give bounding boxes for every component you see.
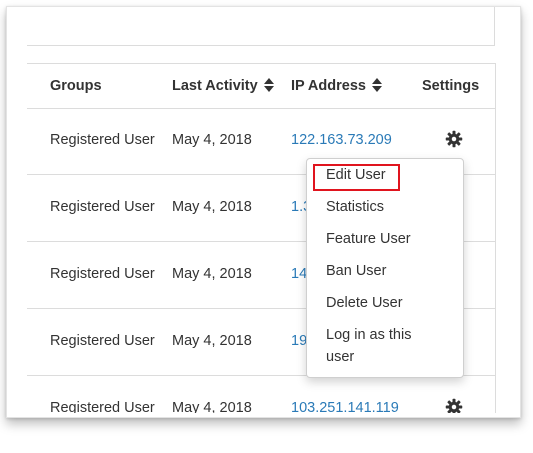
settings-dropdown-menu: Edit User Statistics Feature User Ban Us…	[306, 158, 464, 378]
top-panel	[27, 7, 495, 46]
menu-item-statistics[interactable]: Statistics	[326, 199, 384, 215]
ip-link[interactable]: 14	[291, 266, 307, 282]
menu-item-edit-user[interactable]: Edit User	[326, 167, 386, 183]
group-cell: Registered User	[50, 400, 155, 413]
activity-cell: May 4, 2018	[172, 400, 252, 413]
column-ip-address-label: IP Address	[291, 78, 366, 94]
activity-cell: May 4, 2018	[172, 333, 252, 349]
ip-link[interactable]: 19	[291, 333, 307, 349]
group-cell: Registered User	[50, 333, 155, 349]
gear-icon[interactable]	[445, 130, 463, 148]
ip-link[interactable]: 103.251.141.119	[291, 400, 399, 413]
activity-cell: May 4, 2018	[172, 132, 252, 148]
ip-link[interactable]: 122.163.73.209	[291, 132, 392, 148]
menu-item-delete-user[interactable]: Delete User	[326, 295, 403, 311]
group-cell: Registered User	[50, 199, 155, 215]
group-cell: Registered User	[50, 266, 155, 282]
group-cell: Registered User	[50, 132, 155, 148]
table-header: Groups Last Activity IP Address Settings	[27, 63, 495, 109]
sort-icon[interactable]	[371, 78, 382, 92]
column-ip-address[interactable]: IP Address	[291, 78, 382, 94]
column-groups: Groups	[50, 78, 102, 94]
menu-item-log-in-as-user-line2[interactable]: user	[326, 349, 354, 365]
column-last-activity-label: Last Activity	[172, 78, 258, 94]
menu-item-ban-user[interactable]: Ban User	[326, 263, 386, 279]
activity-cell: May 4, 2018	[172, 199, 252, 215]
gear-icon[interactable]	[445, 398, 463, 413]
column-last-activity[interactable]: Last Activity	[172, 78, 274, 94]
table-row: Registered User May 4, 2018 103.251.141.…	[27, 376, 495, 413]
sort-icon[interactable]	[263, 78, 274, 92]
menu-item-feature-user[interactable]: Feature User	[326, 231, 411, 247]
activity-cell: May 4, 2018	[172, 266, 252, 282]
screenshot-frame: Groups Last Activity IP Address Settings…	[6, 6, 521, 418]
column-settings: Settings	[422, 78, 480, 94]
menu-item-log-in-as-user[interactable]: Log in as this	[326, 327, 411, 343]
